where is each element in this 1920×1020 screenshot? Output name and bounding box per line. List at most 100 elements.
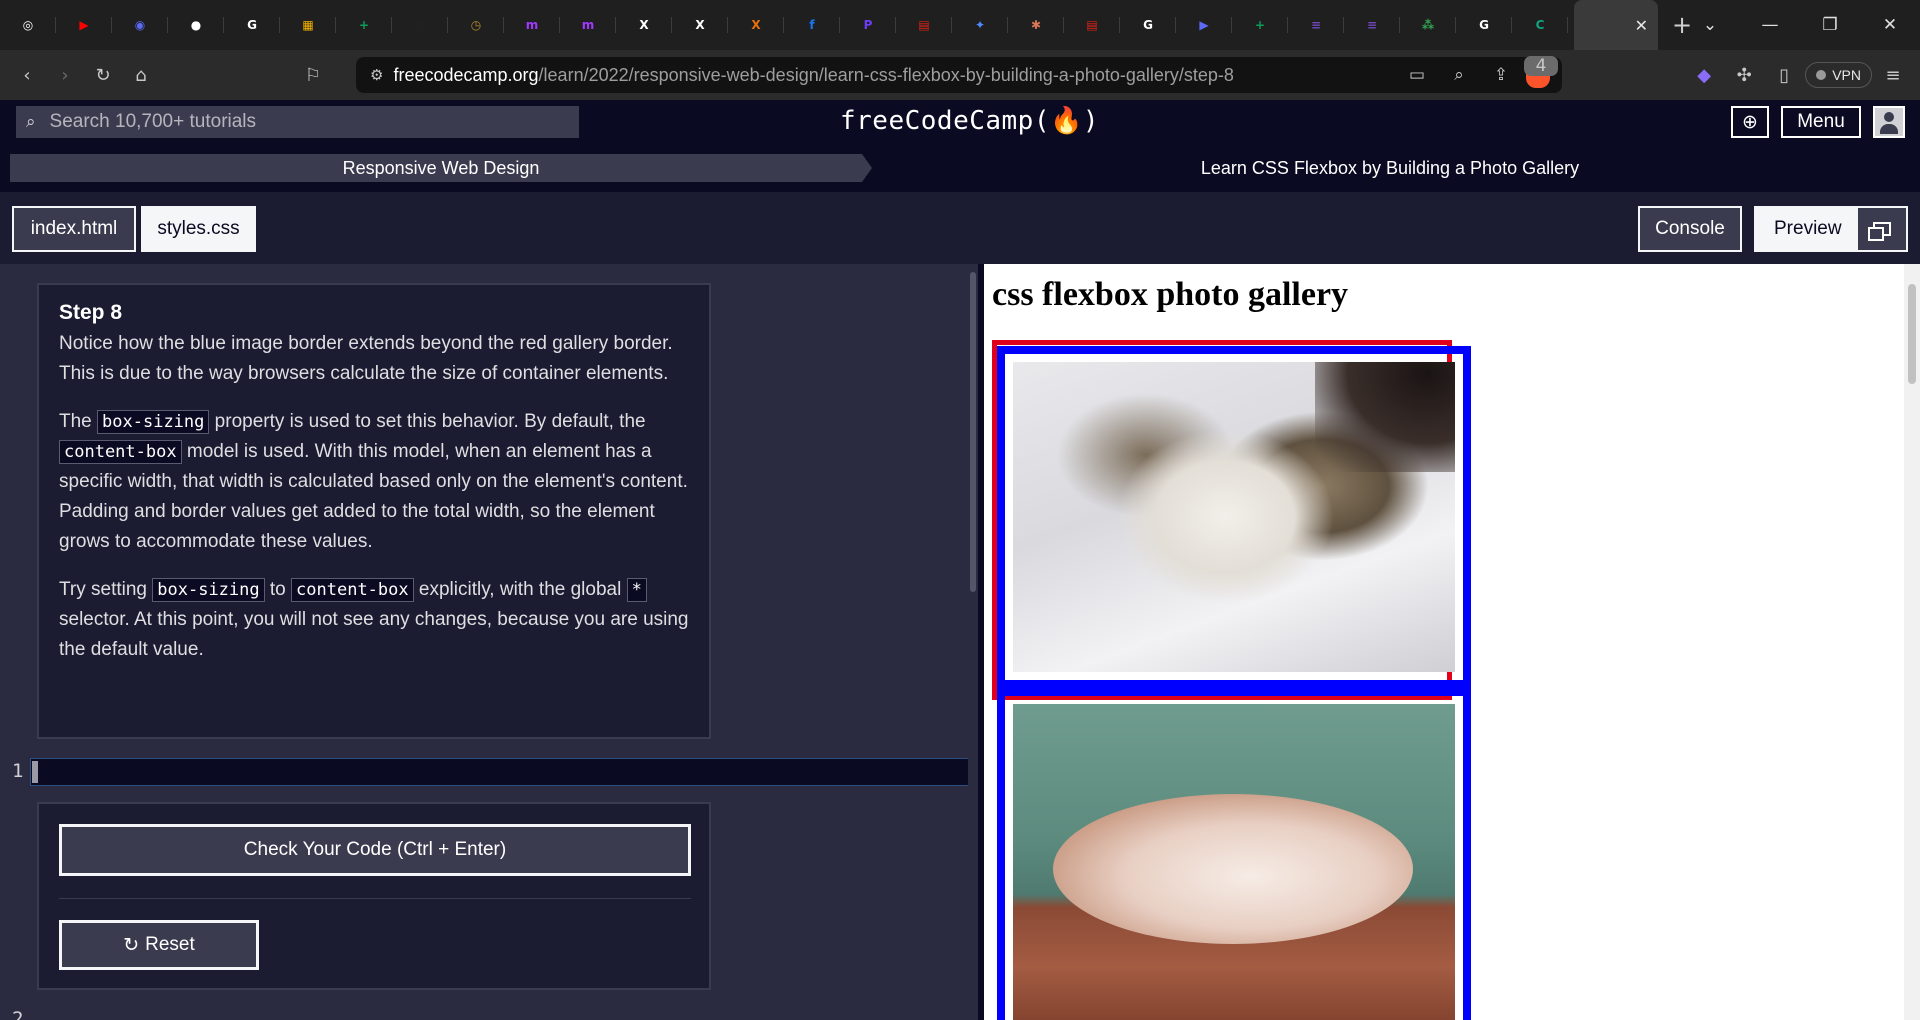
line-number: 2: [12, 1008, 24, 1020]
browser-tab[interactable]: ▶: [1176, 0, 1232, 50]
reset-button[interactable]: ↻ Reset: [59, 920, 259, 970]
close-tab-icon[interactable]: ✕: [1635, 16, 1648, 35]
browser-tab[interactable]: m: [504, 0, 560, 50]
preview-button[interactable]: Preview: [1754, 206, 1908, 252]
check-code-button[interactable]: Check Your Code (Ctrl + Enter): [59, 824, 691, 876]
tab-index-html[interactable]: index.html: [12, 206, 136, 252]
browser-tab[interactable]: G: [1120, 0, 1176, 50]
browser-tab[interactable]: f: [784, 0, 840, 50]
share-icon[interactable]: ⇪: [1484, 65, 1518, 85]
browser-tab[interactable]: m: [560, 0, 616, 50]
popout-preview-button[interactable]: [1858, 208, 1906, 250]
address-bar[interactable]: ⚙ freecodecamp.org/learn/2022/responsive…: [356, 56, 1562, 93]
browser-tab[interactable]: +: [1232, 0, 1288, 50]
text-run: selector. At this point, you will not se…: [59, 609, 689, 660]
browser-tab[interactable]: ⁂: [1400, 0, 1456, 50]
browser-tab[interactable]: X: [616, 0, 672, 50]
facebook-icon: f: [809, 18, 815, 32]
menu-button[interactable]: Menu: [1781, 106, 1861, 138]
search-input[interactable]: [49, 111, 550, 133]
browser-tab[interactable]: ▦: [280, 0, 336, 50]
browser-tab[interactable]: ≡: [1288, 0, 1344, 50]
cast-icon[interactable]: ▭: [1400, 65, 1434, 85]
reload-icon[interactable]: ↻: [84, 65, 122, 86]
browser-tab-active[interactable]: ✕: [1574, 0, 1658, 50]
browser-menu-icon[interactable]: ≡: [1874, 65, 1912, 86]
forms-icon: ≡: [1366, 18, 1378, 32]
instructions-editor-pane: Step 8 Notice how the blue image border …: [0, 264, 978, 1020]
p-app-icon: P: [863, 18, 873, 32]
inline-code: *: [626, 578, 647, 602]
address-bar-actions: ▭ ⌕ ⇪ 4: [1400, 56, 1558, 93]
claude-icon: ✱: [1030, 18, 1042, 32]
tab-styles-css[interactable]: styles.css: [141, 206, 256, 252]
x-orange-icon: X: [751, 18, 761, 32]
site-info-icon[interactable]: ⚙: [370, 66, 383, 84]
wallet-icon[interactable]: ◆: [1685, 65, 1723, 86]
vpn-status-icon: [1816, 70, 1827, 80]
browser-tab[interactable]: P: [840, 0, 896, 50]
browser-tab[interactable]: ▤: [1064, 0, 1120, 50]
globe-icon: ⊕: [1742, 111, 1758, 133]
browser-tab[interactable]: ▤: [896, 0, 952, 50]
minimize-icon[interactable]: —: [1740, 15, 1800, 35]
browser-tab[interactable]: ●: [168, 0, 224, 50]
browser-tab[interactable]: ▶: [56, 0, 112, 50]
browser-tab[interactable]: ✦: [952, 0, 1008, 50]
tab-search-icon[interactable]: ⌄: [1680, 15, 1740, 35]
scrollbar-thumb[interactable]: [970, 272, 976, 592]
inline-code: box-sizing: [152, 578, 265, 602]
search-icon: ⌕: [26, 112, 36, 132]
sidebar-icon[interactable]: ▯: [1765, 65, 1803, 86]
breadcrumb-superblock[interactable]: Responsive Web Design: [10, 154, 872, 182]
back-icon[interactable]: ‹: [8, 65, 46, 86]
url-path: /learn/2022/responsive-web-design/learn-…: [538, 64, 1234, 85]
browser-tab[interactable]: G: [1456, 0, 1512, 50]
extensions-icon[interactable]: ✣: [1725, 65, 1763, 86]
url-text[interactable]: freecodecamp.org/learn/2022/responsive-w…: [393, 65, 1233, 86]
browser-tab[interactable]: @: [392, 0, 448, 50]
cat-photo: [1013, 362, 1455, 672]
gauge-icon: ◷: [470, 18, 482, 32]
vpn-button[interactable]: VPN: [1805, 62, 1872, 88]
home-icon[interactable]: ⌂: [122, 65, 160, 86]
browser-tab[interactable]: X: [728, 0, 784, 50]
google-icon: G: [1143, 18, 1153, 32]
close-window-icon[interactable]: ✕: [1860, 15, 1920, 35]
preview-scrollbar[interactable]: [1904, 264, 1920, 1020]
threads-icon: @: [414, 18, 426, 32]
grid-app-icon: ▦: [302, 18, 314, 32]
bookmark-icon[interactable]: ⚐: [294, 65, 332, 86]
sheets-icon: +: [358, 18, 370, 32]
browser-tab[interactable]: X: [672, 0, 728, 50]
youtube-icon: ▶: [79, 18, 89, 32]
fcc-logo[interactable]: freeCodeCamp(🔥): [840, 106, 1099, 136]
browser-tab[interactable]: G: [224, 0, 280, 50]
pdf-icon: ▤: [1086, 18, 1098, 32]
browser-tab[interactable]: ◷: [448, 0, 504, 50]
reset-icon: ↻: [123, 934, 140, 956]
browser-tab[interactable]: ◉: [112, 0, 168, 50]
editor-scrollbar[interactable]: [968, 264, 978, 1020]
text-run: explicitly, with the global: [413, 579, 627, 600]
inline-code: content-box: [291, 578, 414, 602]
reset-label: Reset: [145, 934, 195, 955]
browser-tab[interactable]: ✱: [1008, 0, 1064, 50]
breadcrumb-block[interactable]: Learn CSS Flexbox by Building a Photo Ga…: [872, 154, 1908, 182]
language-globe-button[interactable]: ⊕: [1731, 106, 1769, 138]
zoom-icon[interactable]: ⌕: [1442, 65, 1476, 85]
restore-icon[interactable]: ❐: [1800, 15, 1860, 35]
user-avatar[interactable]: [1873, 106, 1905, 138]
code-editor-input[interactable]: [30, 758, 978, 786]
scrollbar-thumb[interactable]: [1908, 284, 1916, 384]
browser-tab[interactable]: ≡: [1344, 0, 1400, 50]
brave-shields-icon[interactable]: 4: [1524, 56, 1558, 88]
instruction-paragraph: The box-sizing property is used to set t…: [59, 407, 689, 557]
action-panel: Check Your Code (Ctrl + Enter) ↻ Reset: [37, 802, 711, 990]
browser-tab[interactable]: C: [1512, 0, 1568, 50]
browser-tab[interactable]: +: [336, 0, 392, 50]
forward-icon[interactable]: ›: [46, 65, 84, 86]
console-button[interactable]: Console: [1638, 206, 1742, 252]
browser-tab[interactable]: ◎: [0, 0, 56, 50]
editor-tabs-bar: index.html styles.css Console Preview: [0, 192, 1920, 264]
